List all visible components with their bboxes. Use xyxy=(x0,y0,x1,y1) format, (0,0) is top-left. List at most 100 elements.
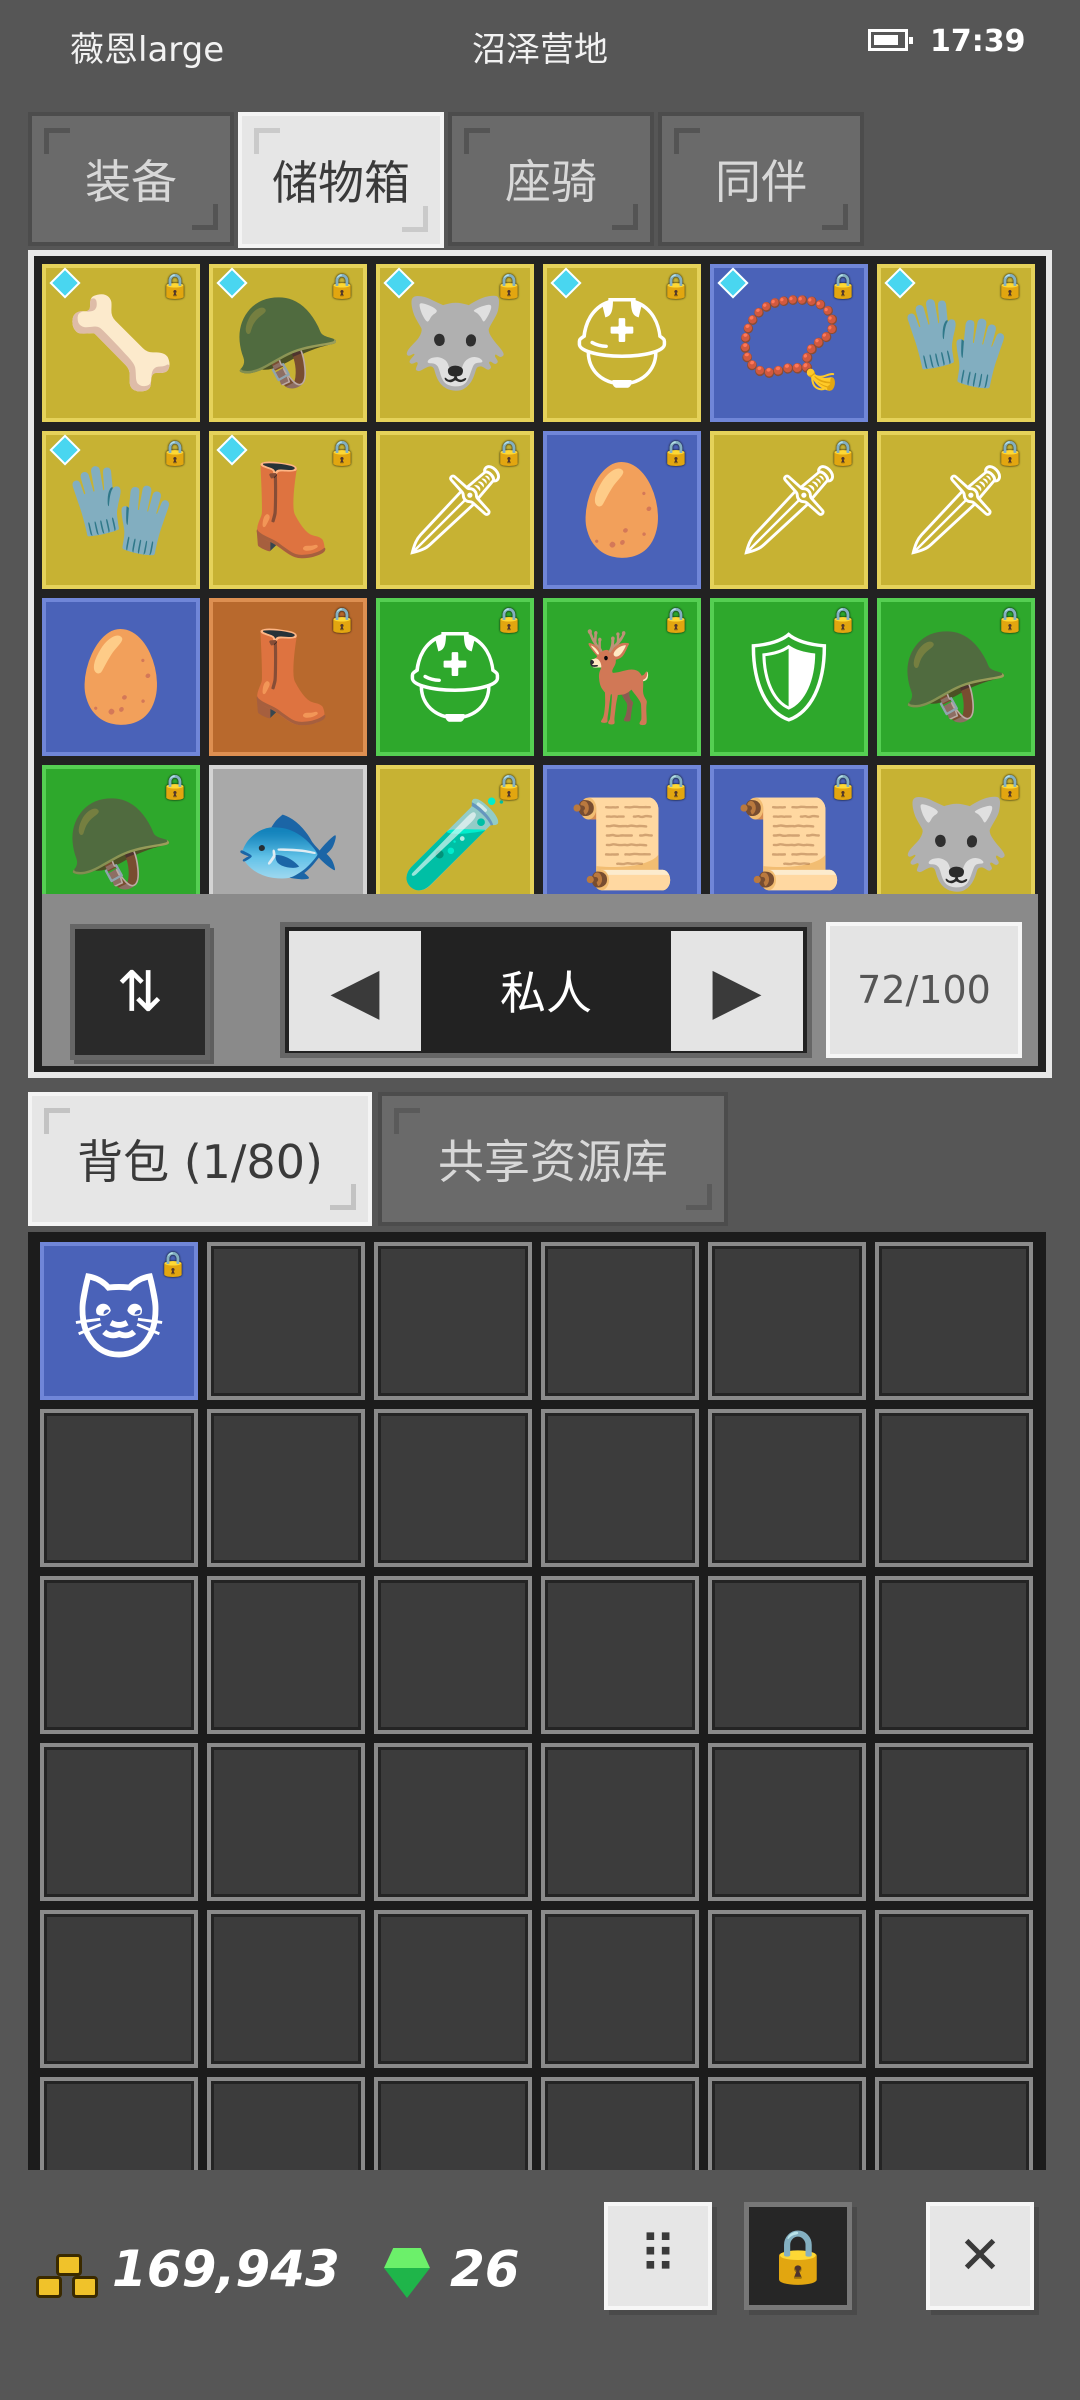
storage-slot[interactable]: 🪖 🔒 xyxy=(209,264,367,422)
lock-icon: 🔒 xyxy=(160,439,190,467)
lock-icon: 🔒 xyxy=(765,2226,831,2287)
backpack-empty-slot[interactable] xyxy=(207,1576,365,1734)
lock-icon: 🔒 xyxy=(661,773,691,801)
grid-view-button[interactable]: ⠿ xyxy=(604,2202,712,2310)
prev-page-button[interactable]: ◀ xyxy=(289,931,421,1051)
backpack-empty-slot[interactable] xyxy=(708,1576,866,1734)
storage-panel: 🦴 🔒 🪖 🔒 🐺 🔒 ⛑ 🔒 📿 🔒 🧤 🔒 🧤 🔒 👢 🔒 🗡 🔒 🥚 🔒 🗡 🔒 🗡 🔒 🥚 👢 🔒 ⛑ 🔒 🦌 🔒 🛡 🔒 🪖 🔒 🪖 🔒 🐟 🧪 🔒… xyxy=(28,250,1052,1078)
location-name: 沼泽营地 xyxy=(472,30,608,70)
backpack-empty-slot[interactable] xyxy=(875,1242,1033,1400)
backpack-empty-slot[interactable] xyxy=(40,2077,198,2170)
tab-storage[interactable]: 储物箱 xyxy=(238,112,444,248)
backpack-empty-slot[interactable] xyxy=(541,1242,699,1400)
storage-slot[interactable]: 👢 🔒 xyxy=(209,598,367,756)
lock-toggle-button[interactable]: 🔒 xyxy=(744,2202,852,2310)
lock-icon: 🔒 xyxy=(995,439,1025,467)
lock-icon: 🔒 xyxy=(327,606,357,634)
lock-icon: 🔒 xyxy=(995,272,1025,300)
lock-icon: 🔒 xyxy=(828,439,858,467)
backpack-empty-slot[interactable] xyxy=(374,1743,532,1901)
backpack-empty-slot[interactable] xyxy=(40,1576,198,1734)
tab-label: 共享资源库 xyxy=(438,1135,668,1189)
backpack-empty-slot[interactable] xyxy=(207,1409,365,1567)
backpack-empty-slot[interactable] xyxy=(541,1910,699,2068)
storage-slot[interactable]: 🦌 🔒 xyxy=(543,598,701,756)
backpack-empty-slot[interactable] xyxy=(207,1242,365,1400)
arrow-left-icon: ◀ xyxy=(330,954,380,1028)
next-page-button[interactable]: ▶ xyxy=(671,931,803,1051)
storage-slot[interactable]: 📿 🔒 xyxy=(710,264,868,422)
storage-slot[interactable]: 🗡 🔒 xyxy=(877,431,1035,589)
backpack-empty-slot[interactable] xyxy=(374,2077,532,2170)
backpack-empty-slot[interactable] xyxy=(541,1409,699,1567)
storage-slot[interactable]: 🦴 🔒 xyxy=(42,264,200,422)
storage-slot[interactable]: 🐟 xyxy=(209,765,367,894)
lock-icon: 🔒 xyxy=(160,272,190,300)
storage-slot[interactable]: 🐺 🔒 xyxy=(376,264,534,422)
egg-icon: 🥚 xyxy=(66,625,176,728)
socket-gem-icon xyxy=(551,270,577,292)
backpack-empty-slot[interactable] xyxy=(207,2077,365,2170)
storage-slot[interactable]: 🥚 🔒 xyxy=(543,431,701,589)
backpack-empty-slot[interactable] xyxy=(875,1743,1033,1901)
storage-slot[interactable]: 🛡 🔒 xyxy=(710,598,868,756)
socket-gem-icon xyxy=(50,270,76,292)
page-label: 私人 xyxy=(500,966,592,1020)
backpack-empty-slot[interactable] xyxy=(708,1743,866,1901)
backpack-empty-slot[interactable] xyxy=(374,1576,532,1734)
tab-equipment[interactable]: 装备 xyxy=(28,112,234,246)
backpack-empty-slot[interactable] xyxy=(40,1910,198,2068)
lock-icon: 🔒 xyxy=(828,272,858,300)
backpack-empty-slot[interactable] xyxy=(708,1910,866,2068)
storage-slot[interactable]: 🧪 🔒 xyxy=(376,765,534,894)
storage-slot[interactable]: 🥚 xyxy=(42,598,200,756)
backpack-empty-slot[interactable] xyxy=(875,1576,1033,1734)
lock-icon: 🔒 xyxy=(327,439,357,467)
lock-icon: 🔒 xyxy=(494,272,524,300)
sort-button[interactable]: ⇅ xyxy=(70,924,210,1060)
backpack-item-slot[interactable]: 🐱 🔒 xyxy=(40,1242,198,1400)
backpack-empty-slot[interactable] xyxy=(708,2077,866,2170)
storage-slot[interactable]: 🪖 🔒 xyxy=(877,598,1035,756)
backpack-empty-slot[interactable] xyxy=(40,1409,198,1567)
storage-slot[interactable]: 📜 🔒 xyxy=(543,765,701,894)
tab-shared-vault[interactable]: 共享资源库 xyxy=(378,1092,728,1226)
backpack-empty-slot[interactable] xyxy=(541,1576,699,1734)
tab-companions[interactable]: 同伴 xyxy=(658,112,864,246)
storage-slot[interactable]: 🐺 🔒 xyxy=(877,765,1035,894)
tab-mounts[interactable]: 座骑 xyxy=(448,112,654,246)
gem-amount: 26 xyxy=(450,2240,520,2298)
storage-slot[interactable]: 📜 🔒 xyxy=(710,765,868,894)
lock-icon: 🔒 xyxy=(995,606,1025,634)
storage-slot[interactable]: 👢 🔒 xyxy=(209,431,367,589)
storage-slot[interactable]: ⛑ 🔒 xyxy=(543,264,701,422)
lock-icon: 🔒 xyxy=(995,773,1025,801)
backpack-empty-slot[interactable] xyxy=(875,2077,1033,2170)
backpack-empty-slot[interactable] xyxy=(875,1910,1033,2068)
backpack-empty-slot[interactable] xyxy=(374,1242,532,1400)
backpack-empty-slot[interactable] xyxy=(541,1743,699,1901)
tab-backpack[interactable]: 背包 (1/80) xyxy=(28,1092,372,1226)
backpack-empty-slot[interactable] xyxy=(374,1910,532,2068)
emerald-icon xyxy=(378,2248,436,2298)
storage-grid: 🦴 🔒 🪖 🔒 🐺 🔒 ⛑ 🔒 📿 🔒 🧤 🔒 🧤 🔒 👢 🔒 🗡 🔒 🥚 🔒 🗡 🔒 🗡 🔒 🥚 👢 🔒 ⛑ 🔒 🦌 🔒 🛡 🔒 🪖 🔒 🪖 🔒 🐟 🧪 🔒… xyxy=(42,264,1038,894)
backpack-empty-slot[interactable] xyxy=(541,2077,699,2170)
sort-icon: ⇅ xyxy=(116,959,164,1025)
backpack-empty-slot[interactable] xyxy=(374,1409,532,1567)
storage-slot[interactable]: 🧤 🔒 xyxy=(42,431,200,589)
storage-slot[interactable]: ⛑ 🔒 xyxy=(376,598,534,756)
storage-slot[interactable]: 🗡 🔒 xyxy=(376,431,534,589)
backpack-empty-slot[interactable] xyxy=(875,1409,1033,1567)
close-button[interactable]: ✕ xyxy=(926,2202,1034,2310)
backpack-empty-slot[interactable] xyxy=(40,1743,198,1901)
backpack-empty-slot[interactable] xyxy=(207,1743,365,1901)
arrow-right-icon: ▶ xyxy=(712,954,762,1028)
backpack-empty-slot[interactable] xyxy=(708,1242,866,1400)
backpack-empty-slot[interactable] xyxy=(207,1910,365,2068)
backpack-empty-slot[interactable] xyxy=(708,1409,866,1567)
tab-label: 背包 (1/80) xyxy=(77,1135,323,1189)
storage-slot[interactable]: 🧤 🔒 xyxy=(877,264,1035,422)
grid-icon: ⠿ xyxy=(638,2226,678,2286)
storage-slot[interactable]: 🪖 🔒 xyxy=(42,765,200,894)
storage-slot[interactable]: 🗡 🔒 xyxy=(710,431,868,589)
